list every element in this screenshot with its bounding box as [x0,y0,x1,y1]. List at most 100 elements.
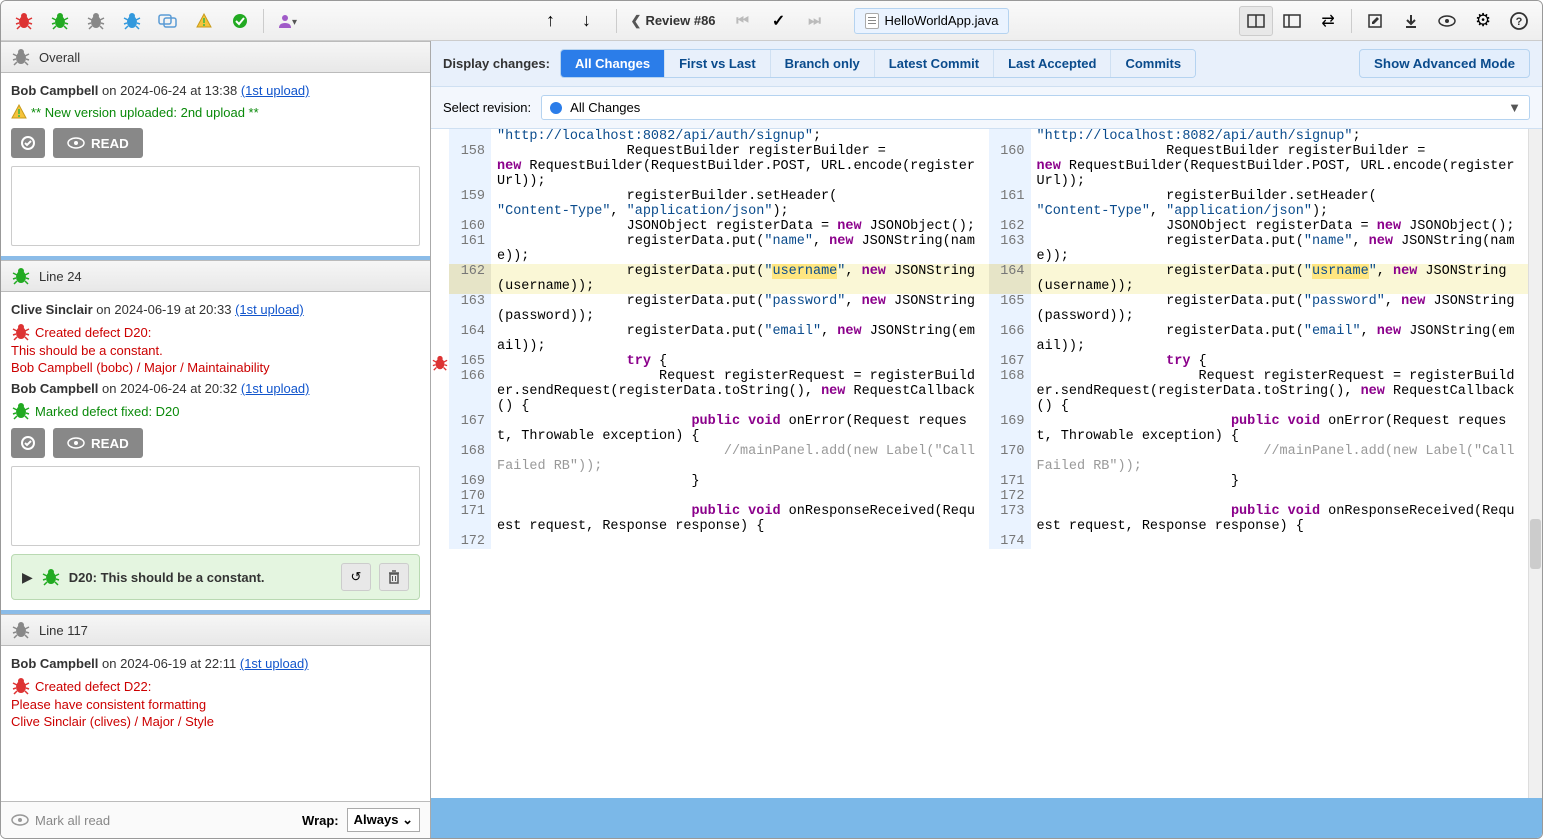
upload-link[interactable]: (1st upload) [241,381,310,396]
bug-grey-icon [11,48,31,66]
separator [616,9,617,33]
section-overall-body: Bob Campbell on 2024-06-24 at 13:38 (1st… [1,73,430,260]
section-overall-header[interactable]: Overall [1,41,430,73]
upload-link[interactable]: (1st upload) [241,83,310,98]
fixed-note: Marked defect fixed: D20 [11,402,420,420]
watch-button[interactable] [1430,6,1464,36]
bug-red-button[interactable] [7,6,41,36]
defect-meta: Bob Campbell (bobc) / Major / Maintainab… [11,360,420,375]
comment-author: Clive Sinclair [11,302,93,317]
file-icon [865,13,879,29]
accept-button[interactable] [11,428,45,458]
comment-author: Bob Campbell [11,656,98,671]
section-line117-header[interactable]: Line 117 [1,614,430,646]
approve-button[interactable]: ✓ [762,6,796,36]
down-arrow-button[interactable]: ↓ [570,6,604,36]
comment-textarea[interactable] [11,166,420,246]
help-button[interactable]: ? [1502,6,1536,36]
comment-textarea[interactable] [11,466,420,546]
tab-first-vs-last[interactable]: First vs Last [665,50,771,77]
comment-author: Bob Campbell [11,83,98,98]
bug-blue-button[interactable] [115,6,149,36]
file-name: HelloWorldApp.java [885,13,999,28]
mark-read-button[interactable]: READ [53,128,143,158]
wrap-select[interactable]: Always ⌄ [347,808,420,832]
section-line24-header[interactable]: Line 24 [1,260,430,292]
comment-author: Bob Campbell [11,381,98,396]
person-button[interactable]: ▾ [270,6,304,36]
comment-date: on 2024-06-24 at 20:32 [102,381,237,396]
diff-panel: Display changes: All ChangesFirst vs Las… [431,41,1542,838]
mark-read-button[interactable]: READ [53,428,143,458]
review-back-button[interactable]: ❮Review #86 [623,13,724,29]
unified-view-button[interactable] [1275,6,1309,36]
next-file-button[interactable]: ⏭ [798,6,832,36]
warning-button[interactable] [187,6,221,36]
file-tab[interactable]: HelloWorldApp.java [854,8,1010,34]
defect-created: Created defect D22: [11,677,420,695]
bug-grey-button[interactable] [79,6,113,36]
bug-green-icon [41,568,61,586]
edit-button[interactable] [1358,6,1392,36]
diff-left[interactable]: "http://localhost:8082/api/auth/signup";… [449,129,989,798]
download-button[interactable] [1394,6,1428,36]
section-title: Line 117 [39,623,88,638]
diff-right[interactable]: "http://localhost:8082/api/auth/signup";… [989,129,1529,798]
bug-green-button[interactable] [43,6,77,36]
bug-green-icon [11,402,31,420]
section-title: Overall [39,50,80,65]
section-line24-body: Clive Sinclair on 2024-06-19 at 20:33 (1… [1,292,430,614]
wrap-label: Wrap: [302,813,339,828]
tab-commits[interactable]: Commits [1111,50,1195,77]
check-button[interactable] [223,6,257,36]
bug-grey-icon [11,621,31,639]
expand-button[interactable]: ▶ [22,569,33,586]
warning-icon [11,104,27,120]
bug-marker[interactable] [431,355,449,374]
comment-date: on 2024-06-19 at 22:11 [102,656,236,671]
accept-button[interactable] [11,128,45,158]
mark-all-read-button[interactable]: Mark all read [11,813,110,828]
display-changes-bar: Display changes: All ChangesFirst vs Las… [431,41,1542,87]
comments-button[interactable] [151,6,185,36]
split-view-button[interactable] [1239,6,1273,36]
defect-text: Please have consistent formatting [11,697,420,712]
separator [263,9,264,33]
tab-all-changes[interactable]: All Changes [561,50,665,77]
bug-red-icon [11,677,31,695]
section-line117-body: Bob Campbell on 2024-06-19 at 22:11 (1st… [1,646,430,745]
revision-select[interactable]: All Changes ▼ [541,95,1530,120]
comment-date: on 2024-06-24 at 13:38 [102,83,237,98]
reopen-button[interactable]: ↺ [341,563,371,591]
upload-link[interactable]: (1st upload) [240,656,309,671]
comments-panel: Overall Bob Campbell on 2024-06-24 at 13… [1,41,431,838]
delete-button[interactable] [379,563,409,591]
tab-last-accepted[interactable]: Last Accepted [994,50,1111,77]
svg-text:?: ? [1516,16,1523,28]
changes-tabs: All ChangesFirst vs LastBranch onlyLates… [560,49,1196,78]
dot-icon [550,102,562,114]
swap-button[interactable]: ⇄ [1311,6,1345,36]
scroll-thumb[interactable] [1530,519,1541,569]
separator [1351,9,1352,33]
display-changes-label: Display changes: [443,56,550,71]
upload-link[interactable]: (1st upload) [235,302,304,317]
chevron-down-icon: ⌄ [402,812,413,827]
defect-summary-bar: ▶ D20: This should be a constant. ↺ [11,554,420,600]
tab-branch-only[interactable]: Branch only [771,50,875,77]
bug-red-icon [11,323,31,341]
svg-text:▾: ▾ [292,17,297,28]
select-revision-label: Select revision: [443,100,531,115]
tab-latest-commit[interactable]: Latest Commit [875,50,994,77]
diff-footer [431,798,1542,838]
gutter [431,129,449,798]
settings-button[interactable]: ⚙ [1466,6,1500,36]
left-footer: Mark all read Wrap: Always ⌄ [1,801,430,838]
defect-text: This should be a constant. [11,343,420,358]
up-arrow-button[interactable]: ↑ [534,6,568,36]
advanced-mode-button[interactable]: Show Advanced Mode [1359,49,1530,78]
defect-meta: Clive Sinclair (clives) / Major / Style [11,714,420,729]
first-file-button[interactable]: ⏮ [726,6,760,36]
upload-note: ** New version uploaded: 2nd upload ** [11,104,420,120]
scroll-strip[interactable] [1528,129,1542,798]
